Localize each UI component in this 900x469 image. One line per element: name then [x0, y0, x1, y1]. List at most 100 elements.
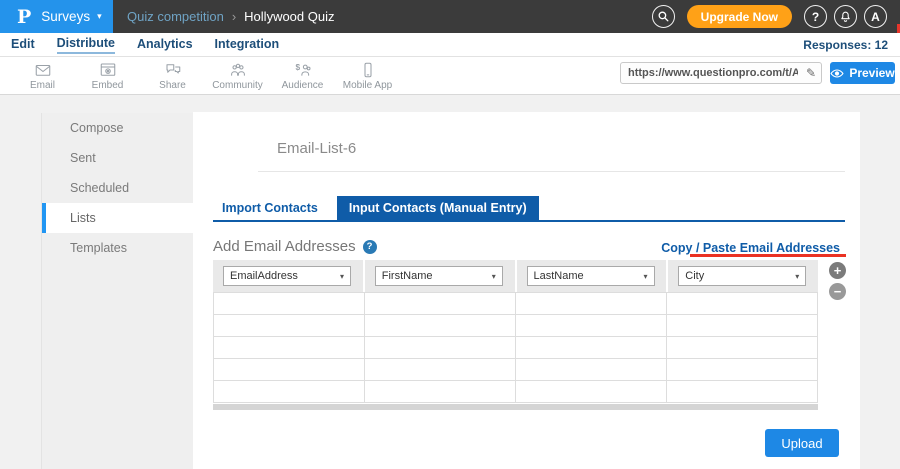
chevron-down-icon: ▾	[340, 272, 350, 281]
column-select-firstname[interactable]: FirstName ▾	[375, 266, 503, 286]
channel-email[interactable]: Email	[10, 57, 75, 95]
audience-icon: $	[293, 61, 313, 79]
bell-icon	[839, 10, 852, 23]
list-detail-card: Email-List-6 Import Contacts Input Conta…	[193, 112, 860, 469]
product-menu-label: Surveys	[41, 9, 90, 24]
table-cell[interactable]	[516, 337, 667, 359]
contacts-grid	[213, 292, 818, 403]
sidebar-item-lists[interactable]: Lists	[42, 203, 193, 233]
table-cell[interactable]	[365, 337, 516, 359]
nav-item-integration[interactable]: Integration	[215, 36, 280, 53]
table-cell[interactable]	[214, 293, 365, 315]
notifications-button[interactable]	[834, 5, 857, 28]
table-row	[214, 337, 818, 359]
share-icon	[163, 61, 183, 79]
survey-url-field[interactable]: https://www.questionpro.com/t/APNrFZ ✎	[620, 62, 822, 84]
red-annotation-underline	[690, 254, 846, 257]
nav-item-analytics[interactable]: Analytics	[137, 36, 193, 53]
sidebar-item-templates[interactable]: Templates	[42, 233, 193, 263]
table-cell[interactable]	[667, 315, 818, 337]
avatar[interactable]: A	[864, 5, 887, 28]
top-bar: P Surveys ▾ Quiz competition › Hollywood…	[0, 0, 900, 33]
questionpro-logo[interactable]: P	[17, 6, 31, 28]
eye-icon	[830, 68, 844, 79]
sidebar-item-compose[interactable]: Compose	[42, 113, 193, 143]
upload-button[interactable]: Upload	[765, 429, 839, 457]
table-cell[interactable]	[214, 381, 365, 403]
header-cell: LastName ▾	[517, 260, 667, 292]
preview-button-label: Preview	[849, 66, 894, 80]
chevron-down-icon: ▾	[97, 11, 102, 22]
table-cell[interactable]	[516, 293, 667, 315]
channel-embed[interactable]: Embed	[75, 57, 140, 95]
table-cell[interactable]	[667, 359, 818, 381]
table-cell[interactable]	[214, 359, 365, 381]
chevron-down-icon: ▾	[492, 272, 502, 281]
nav-item-edit[interactable]: Edit	[11, 36, 35, 53]
table-cell[interactable]	[365, 293, 516, 315]
community-icon	[228, 61, 248, 79]
preview-button[interactable]: Preview	[830, 62, 895, 84]
topbar-actions: Upgrade Now ? A	[652, 5, 887, 28]
table-cell[interactable]	[365, 315, 516, 337]
help-button[interactable]: ?	[804, 5, 827, 28]
table-cell[interactable]	[516, 359, 667, 381]
copy-paste-link[interactable]: Copy / Paste Email Addresses	[661, 241, 840, 255]
table-row	[214, 381, 818, 403]
svg-text:$: $	[295, 63, 300, 72]
upgrade-now-button[interactable]: Upgrade Now	[687, 5, 792, 28]
table-cell[interactable]	[516, 315, 667, 337]
table-cell[interactable]	[667, 381, 818, 403]
search-button[interactable]	[652, 5, 675, 28]
table-cell[interactable]	[214, 337, 365, 359]
table-row	[214, 359, 818, 381]
table-cell[interactable]	[365, 359, 516, 381]
column-select-emailaddress[interactable]: EmailAddress ▾	[223, 266, 351, 286]
table-cell[interactable]	[516, 381, 667, 403]
contacts-table-header: EmailAddress ▾ FirstName ▾ LastName ▾ Ci…	[213, 260, 818, 292]
title-divider	[258, 171, 845, 172]
header-cell: EmailAddress ▾	[213, 260, 363, 292]
nav-item-distribute[interactable]: Distribute	[57, 35, 115, 54]
channel-mobile-app[interactable]: Mobile App	[335, 57, 400, 95]
channel-list: Email Embed Share Community $ Audience M…	[10, 57, 400, 95]
responses-count: Responses: 12	[803, 38, 888, 52]
table-cell[interactable]	[214, 315, 365, 337]
edit-url-pencil-icon[interactable]: ✎	[806, 66, 816, 80]
embed-icon	[98, 61, 118, 79]
column-select-city[interactable]: City ▾	[678, 266, 806, 286]
survey-url-value[interactable]: https://www.questionpro.com/t/APNrFZ	[621, 67, 798, 79]
horizontal-scrollbar[interactable]	[213, 404, 818, 410]
list-title: Email-List-6	[277, 140, 356, 157]
breadcrumb-current: Hollywood Quiz	[244, 9, 334, 24]
breadcrumb: Quiz competition › Hollywood Quiz	[127, 9, 335, 24]
chevron-down-icon: ▾	[795, 272, 805, 281]
breadcrumb-separator: ›	[232, 9, 236, 24]
add-row-button[interactable]: +	[829, 262, 846, 279]
remove-row-button[interactable]: −	[829, 283, 846, 300]
chevron-down-icon: ▾	[643, 272, 653, 281]
survey-nav: Edit Distribute Analytics Integration Re…	[0, 33, 900, 57]
sidebar-item-sent[interactable]: Sent	[42, 143, 193, 173]
sidebar-item-scheduled[interactable]: Scheduled	[42, 173, 193, 203]
surveys-product-menu[interactable]: P Surveys ▾	[0, 0, 113, 33]
channel-audience[interactable]: $ Audience	[270, 57, 335, 95]
tabs-underline	[213, 220, 845, 222]
table-cell[interactable]	[667, 337, 818, 359]
table-cell[interactable]	[667, 293, 818, 315]
add-email-heading: Add Email Addresses ?	[213, 238, 377, 255]
tab-input-contacts-manual[interactable]: Input Contacts (Manual Entry)	[337, 196, 539, 220]
header-cell: FirstName ▾	[365, 260, 515, 292]
email-icon	[33, 61, 53, 79]
breadcrumb-parent[interactable]: Quiz competition	[127, 9, 224, 24]
table-cell[interactable]	[365, 381, 516, 403]
mobile-app-icon	[358, 61, 378, 79]
channel-share[interactable]: Share	[140, 57, 205, 95]
help-icon[interactable]: ?	[363, 240, 377, 254]
header-cell: City ▾	[668, 260, 818, 292]
column-select-lastname[interactable]: LastName ▾	[527, 266, 655, 286]
channel-community[interactable]: Community	[205, 57, 270, 95]
tab-import-contacts[interactable]: Import Contacts	[213, 196, 327, 220]
table-row	[214, 293, 818, 315]
search-icon	[657, 10, 670, 23]
